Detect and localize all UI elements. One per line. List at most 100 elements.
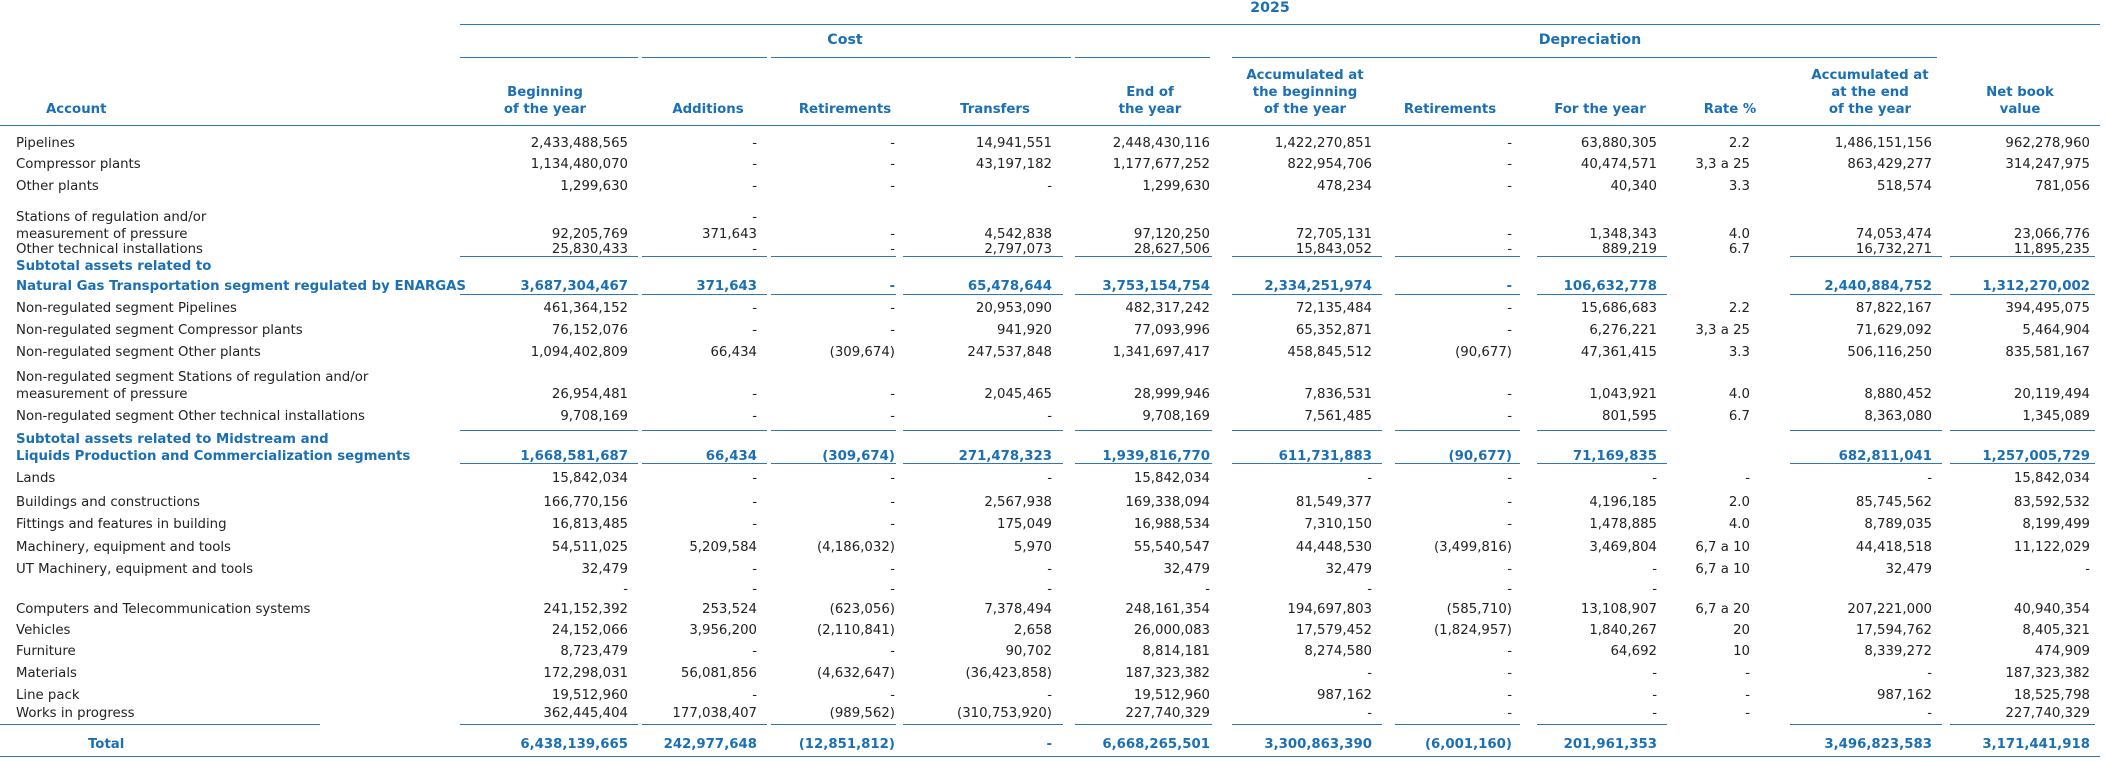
row-label: Stations of regulation and/or <box>16 210 207 225</box>
cell-rate: 3,3 a 25 <box>1695 323 1750 338</box>
cell-rate: - <box>1745 688 1750 703</box>
total-top-rule <box>771 724 896 725</box>
cell-additions: - <box>752 387 757 402</box>
cell-beginning: 2,433,488,565 <box>530 136 628 151</box>
cell-additions: - <box>752 179 757 194</box>
col-acc-end-l2: at the end <box>1831 85 1909 100</box>
cell-retirements: (623,056) <box>829 602 895 617</box>
col-for-year: For the year <box>1554 102 1646 117</box>
cell-retirements: - <box>890 495 895 510</box>
total-top-rule <box>460 724 638 725</box>
cell-acc-beginning: - <box>1367 666 1372 681</box>
cell-additions: 3,956,200 <box>689 623 757 638</box>
cell-rate: - <box>1745 471 1750 486</box>
total-top-rule <box>1790 724 1942 725</box>
cell-additions: - <box>752 323 757 338</box>
cell-transfers: - <box>1047 688 1052 703</box>
cell-end-of-year: 482,317,242 <box>1125 301 1210 316</box>
total-additions: 242,977,648 <box>663 737 757 752</box>
cell-dep-retirements: - <box>1507 562 1512 577</box>
cell-additions: 66,434 <box>710 345 757 360</box>
cell-rate: 3,3 a 25 <box>1695 157 1750 172</box>
col-beginning-l1: Beginning <box>507 85 583 100</box>
cell-end-of-year: 9,708,169 <box>1142 409 1210 424</box>
total-acc-beginning: 3,300,863,390 <box>1264 737 1372 752</box>
col-acc-end-l1: Accumulated at <box>1811 68 1929 83</box>
cell-rate: 2.2 <box>1728 301 1750 316</box>
cell-beginning: 16,813,485 <box>551 517 628 532</box>
cell-net-book-value: 8,405,321 <box>2022 623 2090 638</box>
subtotal-top-rule <box>460 430 638 431</box>
cell-dep-retirements: (90,677) <box>1455 345 1512 360</box>
total-for-the-year: 201,961,353 <box>1563 737 1657 752</box>
row-label: Subtotal assets related to <box>16 259 212 274</box>
cell-additions: - <box>752 409 757 424</box>
subtotal-top-rule <box>1395 256 1520 257</box>
cell-dep-retirements: - <box>1507 409 1512 424</box>
cell-transfers: - <box>1047 179 1052 194</box>
cell-dep-retirements: - <box>1507 706 1512 721</box>
cell-acc-beginning: - <box>1367 706 1372 721</box>
cell-acc-end: 8,789,035 <box>1864 517 1932 532</box>
subtotal-bottom-rule <box>1790 294 1942 295</box>
cell-net-book-value: 835,581,167 <box>2005 345 2090 360</box>
total-top-rule <box>1950 724 2095 725</box>
subtotal-top-rule <box>460 256 638 257</box>
cell-acc-end: 8,339,272 <box>1864 644 1932 659</box>
row-label: Computers and Telecommunication systems <box>16 602 311 617</box>
row-label: Non-regulated segment Other technical in… <box>16 409 365 424</box>
subtotal-top-rule <box>771 430 896 431</box>
cell-end-of-year: 1,177,677,252 <box>1112 157 1210 172</box>
row-label: Non-regulated segment Pipelines <box>16 301 237 316</box>
col-account: Account <box>46 102 107 117</box>
cell-retirements: - <box>890 323 895 338</box>
subtotal-bottom-rule <box>903 294 1063 295</box>
cell-acc-beginning: 72,135,484 <box>1295 301 1372 316</box>
cell-transfers: - <box>1047 409 1052 424</box>
cell-retirements: - <box>890 471 895 486</box>
cost-group-heading: Cost <box>827 32 863 48</box>
col-retirements: Retirements <box>798 102 892 117</box>
cell-acc-beginning: 7,836,531 <box>1304 387 1372 402</box>
cell-acc-beginning: 1,422,270,851 <box>1274 136 1372 151</box>
cell-rate: 6.7 <box>1728 409 1750 424</box>
cell-dep-retirements: (1,824,957) <box>1433 623 1512 638</box>
cell-dep-retirements: (585,710) <box>1446 602 1512 617</box>
cell-acc-end: 17,594,762 <box>1855 623 1932 638</box>
cell-beginning: 461,364,152 <box>543 301 628 316</box>
subtotal-top-rule <box>1395 430 1520 431</box>
subtotal-bottom-rule <box>1950 294 2095 295</box>
cell-transfers: - <box>1047 562 1052 577</box>
cell-additions: 177,038,407 <box>672 706 757 721</box>
subtotal-bottom-rule <box>642 294 767 295</box>
cell-rate: 6,7 a 20 <box>1695 602 1750 617</box>
row-label: Buildings and constructions <box>16 495 200 510</box>
cell-acc-beginning: 822,954,706 <box>1287 157 1372 172</box>
subtotal-top-rule <box>1537 256 1667 257</box>
cell-beginning: 241,152,392 <box>543 602 628 617</box>
total-end-of-year: 6,668,265,501 <box>1102 737 1210 752</box>
cell-dep-retirements: - <box>1506 279 1512 294</box>
subtotal-bottom-rule <box>460 294 638 295</box>
col-dep-retirements: Retirements <box>1403 102 1497 117</box>
cell-retirements: - <box>889 279 895 294</box>
cell-rate: 3.3 <box>1728 179 1750 194</box>
cell-net-book-value: 781,056 <box>2035 179 2090 194</box>
total-top-rule <box>1537 724 1667 725</box>
cell-additions-extra: - <box>752 210 757 225</box>
row-label-line2: Natural Gas Transportation segment regul… <box>16 279 467 294</box>
cell-acc-end: 987,162 <box>1877 688 1932 703</box>
cell-end-of-year: 3,753,154,754 <box>1102 279 1210 294</box>
cell-retirements: - <box>890 179 895 194</box>
cell-acc-beginning: 987,162 <box>1317 688 1372 703</box>
row-label: Compressor plants <box>16 157 141 172</box>
col-end-l2: the year <box>1118 102 1182 117</box>
cell-beginning: 32,479 <box>581 562 628 577</box>
cell-additions: - <box>752 301 757 316</box>
subtotal-bottom-rule <box>1790 463 1942 464</box>
col-additions: Additions <box>672 102 744 117</box>
cell-acc-end: 2,440,884,752 <box>1824 279 1932 294</box>
subtotal-bottom-rule <box>1537 294 1667 295</box>
total-retirements: (12,851,812) <box>798 737 895 752</box>
subtotal-bottom-rule <box>1232 294 1382 295</box>
